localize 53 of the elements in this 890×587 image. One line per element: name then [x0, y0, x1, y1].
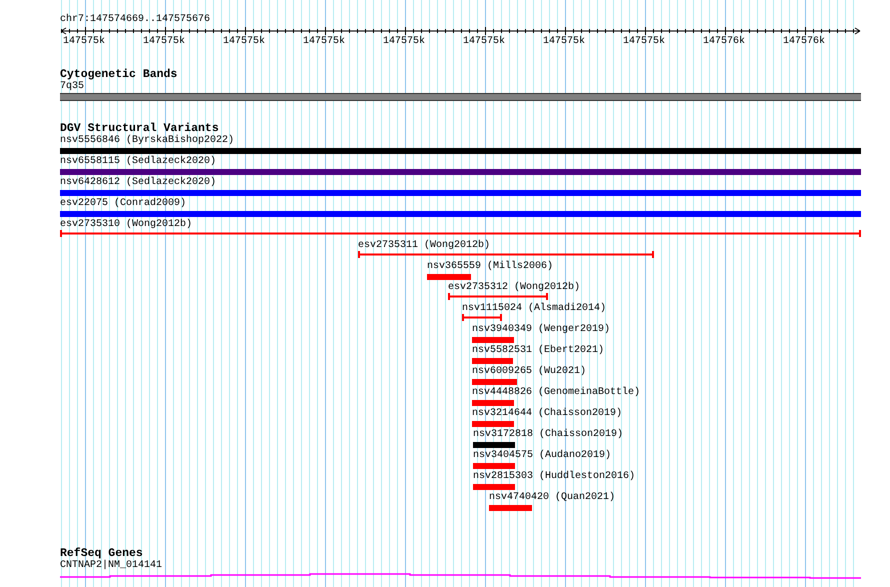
- tick-label: 147575k: [622, 36, 666, 48]
- variant-label: nsv4740420 (Quan2021): [489, 492, 616, 504]
- tick-label: 147576k: [702, 36, 746, 48]
- track-title: Cytogenetic Bands: [60, 69, 178, 81]
- variant-label: nsv3214644 (Chaisson2019): [472, 408, 622, 420]
- variant-label: esv2735312 (Wong2012b): [448, 282, 580, 294]
- tick-label: 147575k: [382, 36, 426, 48]
- variant-label: nsv1115024 (Alsmadi2014): [462, 303, 606, 315]
- variant-label: esv2735311 (Wong2012b): [358, 240, 490, 252]
- variant-bar[interactable]: [472, 400, 514, 406]
- variant-span-line[interactable]: [358, 251, 654, 258]
- variant-bar[interactable]: [489, 505, 532, 511]
- variant-label: nsv5582531 (Ebert2021): [472, 345, 604, 357]
- variant-label: nsv6009265 (Wu2021): [472, 366, 586, 378]
- track-title: RefSeq Genes: [60, 548, 143, 560]
- variant-bar[interactable]: [472, 421, 514, 427]
- variant-bar[interactable]: [60, 211, 861, 217]
- variant-bar[interactable]: [472, 358, 513, 364]
- variant-bar[interactable]: [60, 190, 861, 196]
- variant-label: nsv3404575 (Audano2019): [473, 450, 612, 462]
- band-label: 7q35: [60, 81, 86, 93]
- gene-line[interactable]: [60, 572, 861, 580]
- variant-label: nsv6428612 (Sedlazeck2020): [60, 177, 216, 189]
- variant-bar[interactable]: [60, 169, 861, 175]
- tick-label: 147575k: [222, 36, 266, 48]
- track-title: DGV Structural Variants: [60, 123, 219, 135]
- variant-span-line[interactable]: [448, 293, 548, 300]
- variant-label: nsv2815303 (Huddleston2016): [473, 471, 636, 483]
- tick-label: 147575k: [142, 36, 186, 48]
- variant-span-line[interactable]: [60, 230, 861, 237]
- variant-label: nsv3172818 (Chaisson2019): [473, 429, 624, 441]
- variant-bar[interactable]: [427, 274, 471, 280]
- tick-label: 147575k: [62, 36, 106, 48]
- gene-label: CNTNAP2|NM_014141: [60, 560, 164, 572]
- tick-label: 147575k: [462, 36, 506, 48]
- variant-bar[interactable]: [472, 337, 514, 343]
- variant-label: nsv5556846 (ByrskaBishop2022): [60, 135, 234, 147]
- variant-span-line[interactable]: [462, 314, 502, 321]
- variant-label: nsv4448826 (GenomeinaBottle): [472, 387, 640, 399]
- variant-bar[interactable]: [60, 148, 861, 154]
- variant-label: nsv6558115 (Sedlazeck2020): [60, 156, 216, 168]
- variant-label: nsv365559 (Mills2006): [427, 261, 554, 273]
- tick-label: 147575k: [542, 36, 586, 48]
- variant-bar[interactable]: [473, 484, 515, 490]
- variant-label: nsv3940349 (Wenger2019): [472, 324, 610, 336]
- tick-label: 147575k: [302, 36, 346, 48]
- locus-label: chr7:147574669..147575676: [60, 14, 212, 26]
- variant-bar[interactable]: [473, 463, 515, 469]
- variant-bar[interactable]: [472, 379, 517, 385]
- variant-label: esv22075 (Conrad2009): [60, 198, 186, 210]
- tick-label: 147576k: [782, 36, 826, 48]
- variant-bar[interactable]: [473, 442, 515, 448]
- variant-label: esv2735310 (Wong2012b): [60, 219, 192, 231]
